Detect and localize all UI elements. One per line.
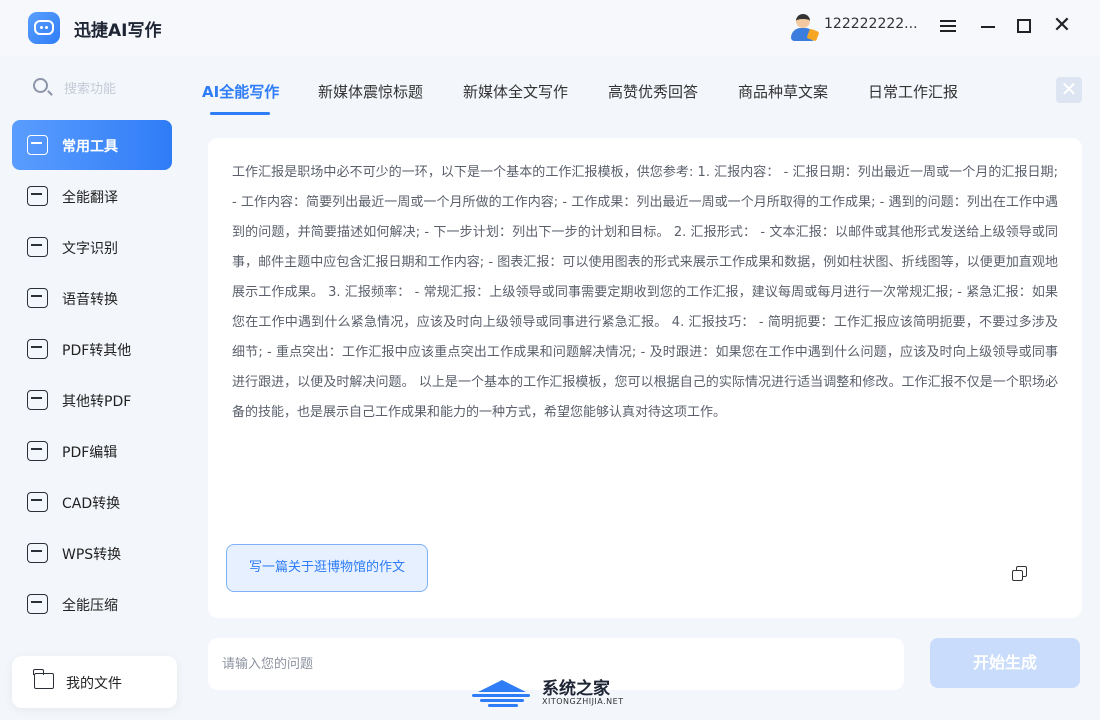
sidebar: 搜索功能 常用工具 全能翻译 文字识别 语音转换 PDF转其他 其他转PDF P… [0,56,190,720]
tab-fulltext-writing[interactable]: 新媒体全文写作 [463,81,568,102]
user-name[interactable]: 122222222... [824,16,918,32]
app-logo-icon [28,12,60,44]
my-files-label: 我的文件 [66,676,122,692]
sidebar-item-compress[interactable]: 全能压缩 [12,579,172,629]
text-recognition-icon [27,237,48,257]
search-box[interactable]: 搜索功能 [30,76,180,100]
suggestion-button[interactable]: 写一篇关于逛博物馆的作文 [226,544,428,592]
sidebar-item-label: 语音转换 [62,292,118,308]
wps-icon [27,543,48,563]
maximize-icon[interactable] [1012,14,1036,38]
sidebar-item-label: PDF编辑 [62,445,118,461]
sidebar-item-label: 常用工具 [62,139,118,155]
sidebar-item-label: CAD转换 [62,496,121,512]
sidebar-item-ocr[interactable]: 文字识别 [12,222,172,272]
sidebar-item-label: PDF转其他 [62,343,132,359]
sidebar-item-label: 全能翻译 [62,190,118,206]
image-compress-icon [27,594,48,614]
sidebar-item-other-to-pdf[interactable]: 其他转PDF [12,375,172,425]
to-pdf-icon [27,390,48,410]
search-placeholder[interactable]: 搜索功能 [64,78,116,97]
sidebar-item-cad[interactable]: CAD转换 [12,477,172,527]
toolbox-icon [27,135,48,155]
tab-daily-report[interactable]: 日常工作汇报 [868,81,958,102]
close-panel-icon[interactable]: ✕ [1056,77,1082,103]
active-tab-indicator [210,112,270,115]
tab-top-answers[interactable]: 高赞优秀回答 [608,81,698,102]
tab-ai-writing[interactable]: AI全能写作 [202,81,279,102]
sidebar-item-label: WPS转换 [62,547,122,563]
menu-icon[interactable] [936,14,960,38]
title-bar: 迅捷AI写作 122222222... ✕ [0,0,1100,56]
cad-icon [27,492,48,512]
watermark: 系统之家 XITONGZHIJIA.NET [472,674,632,714]
sidebar-item-voice[interactable]: 语音转换 [12,273,172,323]
result-panel: 工作汇报是职场中必不可少的一环，以下是一个基本的工作汇报模板，供您参考: 1. … [208,138,1082,618]
voice-icon [27,288,48,308]
sidebar-item-label: 全能压缩 [62,598,118,614]
sidebar-item-label: 文字识别 [62,241,118,257]
watermark-subtitle: XITONGZHIJIA.NET [542,697,624,706]
sidebar-item-common-tools[interactable]: 常用工具 [12,120,172,170]
my-files-button[interactable]: 我的文件 [12,656,177,708]
folder-icon [33,669,54,689]
tab-product-copy[interactable]: 商品种草文案 [738,81,828,102]
minimize-icon[interactable] [976,14,1000,38]
generated-text: 工作汇报是职场中必不可少的一环，以下是一个基本的工作汇报模板，供您参考: 1. … [232,165,1058,420]
generate-button[interactable]: 开始生成 [930,638,1080,688]
sidebar-item-pdf-edit[interactable]: PDF编辑 [12,426,172,476]
tab-shock-titles[interactable]: 新媒体震惊标题 [318,81,423,102]
pdf-convert-icon [27,339,48,359]
watermark-logo-icon [472,680,532,707]
app-title: 迅捷AI写作 [74,21,162,41]
sidebar-item-translate[interactable]: 全能翻译 [12,171,172,221]
search-icon [33,78,48,93]
watermark-title: 系统之家 [542,679,610,699]
copy-icon[interactable] [1012,566,1028,582]
sidebar-item-wps[interactable]: WPS转换 [12,528,172,578]
sidebar-item-label: 其他转PDF [62,394,132,410]
user-avatar[interactable] [788,12,820,42]
translate-icon [27,186,48,206]
pdf-edit-icon [27,441,48,461]
close-icon[interactable]: ✕ [1050,14,1074,38]
tab-bar: AI全能写作 新媒体震惊标题 新媒体全文写作 高赞优秀回答 商品种草文案 日常工… [200,56,1080,120]
sidebar-item-pdf-to-other[interactable]: PDF转其他 [12,324,172,374]
